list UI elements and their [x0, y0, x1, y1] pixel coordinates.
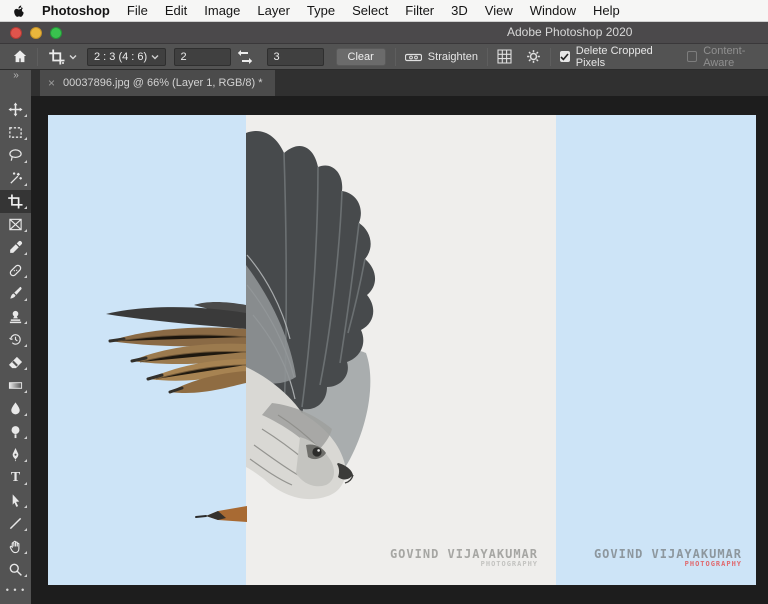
clear-button[interactable]: Clear — [335, 47, 386, 66]
document-canvas[interactable]: GOVIND VIJAYAKUMAR PHOTOGRAPHY GOVIND VI… — [48, 115, 756, 585]
window-title-bar: Adobe Photoshop 2020 — [0, 22, 768, 44]
menu-3d[interactable]: 3D — [451, 3, 468, 18]
separator — [394, 47, 396, 66]
document-tab-title: 00037896.jpg @ 66% (Layer 1, RGB/8) * — [63, 77, 263, 89]
move-tool[interactable] — [0, 98, 31, 121]
bird-artwork — [106, 131, 376, 522]
menu-layer[interactable]: Layer — [257, 3, 290, 18]
separator — [549, 47, 551, 66]
menu-edit[interactable]: Edit — [165, 3, 187, 18]
crop-options-bar: 2 : 3 (4 : 6) Clear Straighten Delete Cr… — [0, 44, 768, 70]
window-title: Adobe Photoshop 2020 — [507, 25, 633, 39]
frame-tool[interactable] — [0, 213, 31, 236]
hand-tool[interactable] — [0, 535, 31, 558]
spot-healing-brush-tool[interactable] — [0, 259, 31, 282]
eraser-tool[interactable] — [0, 351, 31, 374]
menu-file[interactable]: File — [127, 3, 148, 18]
crop-tool-preset[interactable] — [49, 49, 77, 65]
crop-tool[interactable] — [0, 190, 31, 213]
minimize-window-button[interactable] — [30, 27, 42, 39]
tools-panel: T • • • — [0, 96, 31, 604]
menu-filter[interactable]: Filter — [405, 3, 434, 18]
zoom-tool[interactable] — [0, 558, 31, 581]
photoshop-window: Photoshop File Edit Image Layer Type Sel… — [0, 0, 768, 604]
line-tool[interactable] — [0, 512, 31, 535]
document-tab-bar: » × 00037896.jpg @ 66% (Layer 1, RGB/8) … — [0, 70, 768, 96]
document-tab[interactable]: × 00037896.jpg @ 66% (Layer 1, RGB/8) * — [40, 70, 275, 96]
macos-menu-bar: Photoshop File Edit Image Layer Type Sel… — [0, 0, 768, 22]
menu-help[interactable]: Help — [593, 3, 620, 18]
level-icon — [404, 53, 422, 61]
zoom-window-button[interactable] — [50, 27, 62, 39]
apple-menu-icon[interactable] — [12, 3, 25, 18]
toolbar-collapse-control[interactable]: » — [0, 70, 31, 96]
lasso-tool[interactable] — [0, 144, 31, 167]
pen-tool[interactable] — [0, 443, 31, 466]
blur-tool[interactable] — [0, 397, 31, 420]
delete-cropped-pixels-checkbox[interactable] — [559, 51, 570, 62]
gradient-tool[interactable] — [0, 374, 31, 397]
content-aware-option: Content-Aware — [687, 45, 768, 69]
menu-window[interactable]: Window — [530, 3, 576, 18]
crop-height-input[interactable] — [266, 47, 324, 66]
menu-select[interactable]: Select — [352, 3, 388, 18]
straighten-button[interactable]: Straighten — [404, 51, 478, 63]
path-selection-tool[interactable] — [0, 489, 31, 512]
separator — [37, 47, 38, 66]
brush-tool[interactable] — [0, 282, 31, 305]
eyedropper-tool[interactable] — [0, 236, 31, 259]
menu-view[interactable]: View — [485, 3, 513, 18]
swap-dimensions-icon[interactable] — [237, 49, 253, 64]
menu-photoshop[interactable]: Photoshop — [42, 3, 110, 18]
crop-settings-gear-icon[interactable] — [526, 49, 541, 64]
dodge-tool[interactable] — [0, 420, 31, 443]
clone-stamp-tool[interactable] — [0, 305, 31, 328]
edit-toolbar-ellipsis[interactable]: • • • — [0, 581, 31, 599]
object-selection-tool[interactable] — [0, 167, 31, 190]
content-aware-checkbox — [687, 51, 698, 62]
separator — [486, 47, 488, 66]
close-window-button[interactable] — [10, 27, 22, 39]
type-tool[interactable]: T — [0, 466, 31, 489]
menu-type[interactable]: Type — [307, 3, 335, 18]
menu-image[interactable]: Image — [204, 3, 240, 18]
watermark-right: GOVIND VIJAYAKUMAR PHOTOGRAPHY — [593, 547, 742, 569]
watermark-left: GOVIND VIJAYAKUMAR PHOTOGRAPHY — [389, 547, 538, 569]
aspect-ratio-select[interactable]: 2 : 3 (4 : 6) — [87, 47, 166, 66]
tab-close-icon[interactable]: × — [48, 77, 55, 89]
crop-width-input[interactable] — [173, 47, 231, 66]
history-brush-tool[interactable] — [0, 328, 31, 351]
overlay-grid-icon[interactable] — [497, 49, 512, 64]
workspace: T • • • GOVIND VIJAYAKUMAR PHOTOGRAPHY G… — [0, 96, 768, 604]
delete-cropped-pixels-option[interactable]: Delete Cropped Pixels — [559, 45, 673, 69]
home-icon[interactable] — [12, 49, 28, 64]
rectangular-marquee-tool[interactable] — [0, 121, 31, 144]
